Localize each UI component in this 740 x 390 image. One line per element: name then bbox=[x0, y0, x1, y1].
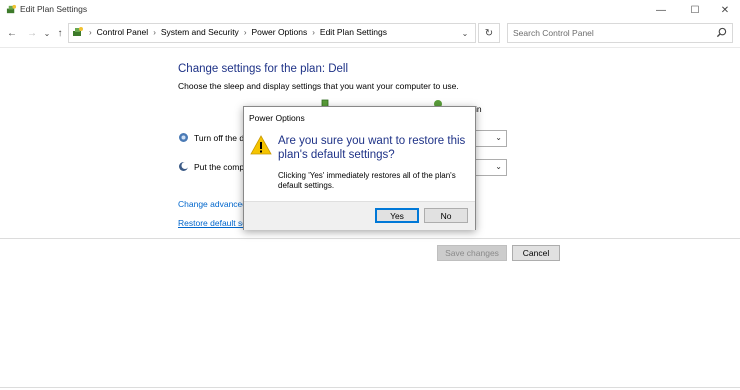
breadcrumb-separator: › bbox=[243, 27, 247, 37]
recent-locations-icon[interactable]: ⌄ bbox=[40, 26, 54, 40]
save-changes-button[interactable]: Save changes bbox=[437, 245, 507, 261]
yes-button[interactable]: Yes bbox=[375, 208, 419, 223]
back-arrow-icon[interactable]: ← bbox=[5, 26, 19, 40]
close-button[interactable]: ✕ bbox=[710, 0, 740, 20]
address-dropdown-icon[interactable]: ⌄ bbox=[459, 27, 471, 39]
forward-arrow-icon[interactable]: → bbox=[25, 26, 39, 40]
bottom-divider bbox=[0, 387, 740, 388]
display-off-label: Turn off the di bbox=[194, 133, 246, 143]
confirm-dialog: Power Options Are you sure you want to r… bbox=[243, 106, 476, 230]
power-options-icon bbox=[6, 4, 17, 14]
window-title: Edit Plan Settings bbox=[20, 4, 88, 14]
minimize-button[interactable]: — bbox=[646, 0, 676, 20]
sleep-plugged-dropdown[interactable]: ⌄ bbox=[475, 159, 507, 176]
breadcrumb-separator: › bbox=[89, 27, 92, 37]
breadcrumb-item-power-options[interactable]: Power Options bbox=[251, 27, 307, 37]
dialog-title: Power Options bbox=[249, 113, 305, 123]
breadcrumb: › Control Panel › System and Security › … bbox=[89, 27, 387, 37]
breadcrumb-separator: › bbox=[153, 27, 156, 37]
chevron-down-icon: ⌄ bbox=[495, 133, 502, 142]
dialog-main-instruction: Are you sure you want to restore this pl… bbox=[278, 135, 466, 161]
advanced-settings-link[interactable]: Change advanced bbox=[178, 199, 247, 209]
breadcrumb-item-edit-plan[interactable]: Edit Plan Settings bbox=[320, 27, 387, 37]
dialog-footer: Yes No bbox=[244, 201, 475, 230]
control-panel-icon bbox=[73, 27, 83, 36]
maximize-button[interactable]: ☐ bbox=[680, 0, 710, 20]
warning-icon bbox=[250, 135, 272, 155]
address-bar[interactable]: › Control Panel › System and Security › … bbox=[68, 23, 476, 43]
search-input[interactable]: Search Control Panel bbox=[507, 23, 733, 43]
breadcrumb-separator: › bbox=[312, 27, 315, 37]
cancel-button[interactable]: Cancel bbox=[512, 245, 560, 261]
moon-icon bbox=[179, 162, 189, 171]
page-subtitle: Choose the sleep and display settings th… bbox=[178, 81, 459, 91]
title-bar: Edit Plan Settings — ☐ ✕ bbox=[0, 0, 740, 20]
up-arrow-icon[interactable]: ↑ bbox=[53, 26, 67, 40]
breadcrumb-item-system-security[interactable]: System and Security bbox=[161, 27, 239, 37]
content-divider bbox=[0, 238, 740, 239]
display-icon bbox=[179, 133, 188, 142]
sleep-label: Put the comp bbox=[194, 162, 245, 172]
breadcrumb-item-control-panel[interactable]: Control Panel bbox=[97, 27, 149, 37]
search-icon[interactable] bbox=[716, 27, 727, 38]
display-plugged-dropdown[interactable]: ⌄ bbox=[475, 130, 507, 147]
restore-defaults-link[interactable]: Restore default set bbox=[178, 218, 249, 228]
chevron-down-icon: ⌄ bbox=[495, 162, 502, 171]
no-button[interactable]: No bbox=[424, 208, 468, 223]
dialog-detail-text: Clicking 'Yes' immediately restores all … bbox=[278, 171, 456, 190]
header-divider bbox=[0, 47, 740, 48]
page-title: Change settings for the plan: Dell bbox=[178, 63, 349, 75]
search-placeholder: Search Control Panel bbox=[513, 28, 594, 38]
refresh-button[interactable]: ↻ bbox=[478, 23, 500, 43]
